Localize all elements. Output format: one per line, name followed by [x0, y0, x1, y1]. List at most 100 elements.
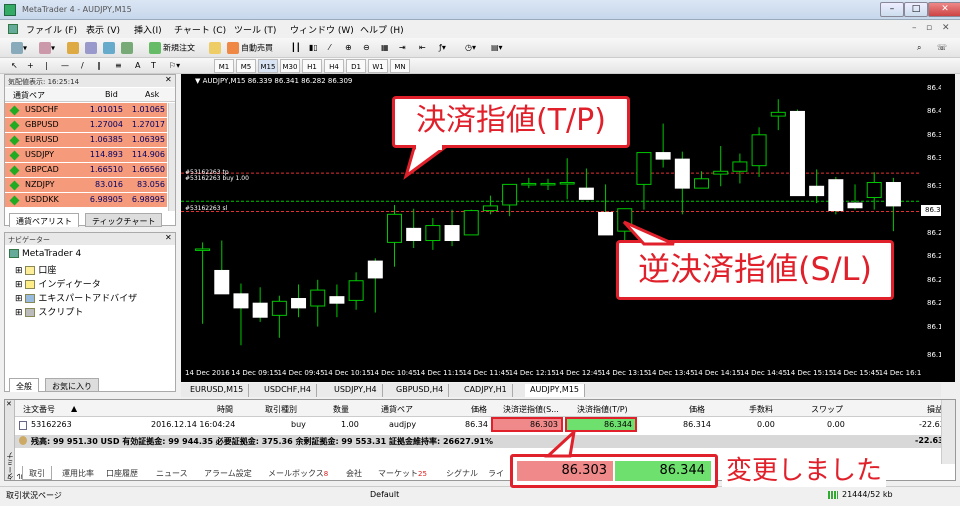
text-tool-button[interactable]: A [134, 59, 141, 73]
tab-symbols[interactable]: 通貨ペアリスト [9, 213, 79, 227]
market-watch-row[interactable]: EURUSD 1.06385 1.06395 [5, 133, 167, 148]
label-tool-button[interactable]: T [150, 59, 157, 73]
trendline-button[interactable]: / [80, 59, 85, 73]
menu-file[interactable]: ファイル (F) [26, 23, 77, 36]
nav-item-experts[interactable]: ⊞ エキスパートアドバイザ [15, 291, 137, 304]
market-watch-row[interactable]: NZDJPY 83.016 83.056 [5, 178, 167, 193]
terminal-tab[interactable]: ニュース [150, 466, 194, 480]
terminal-tab[interactable]: メールボックス8 [262, 466, 334, 480]
terminal-tab[interactable]: マーケット25 [372, 466, 433, 480]
col-size[interactable]: 数量 [333, 404, 349, 415]
new-order-button[interactable]: 新規注文 [148, 41, 196, 55]
menu-chart[interactable]: チャート (C) [174, 23, 226, 36]
crosshair-tool-button[interactable]: + [26, 59, 35, 73]
chart-tab[interactable]: USDCHF,H4 [259, 384, 317, 397]
menu-insert[interactable]: 挿入(I) [134, 23, 162, 36]
market-watch-button[interactable] [66, 41, 80, 55]
market-watch-row[interactable]: USDJPY 114.893 114.906 [5, 148, 167, 163]
profiles-button[interactable]: ▾ [38, 41, 56, 55]
menu-window[interactable]: ウィンドウ (W) [290, 23, 354, 36]
chart-tab[interactable]: GBPUSD,H4 [391, 384, 450, 397]
chart-tab[interactable]: USDJPY,H4 [329, 384, 383, 397]
auto-scroll-button[interactable]: ⇥ [398, 41, 407, 55]
market-watch-row[interactable]: USDCHF 1.01015 1.01065 [5, 103, 167, 118]
menu-help[interactable]: ヘルプ (H) [360, 23, 404, 36]
fibonacci-button[interactable]: ≡ [114, 59, 123, 73]
candle-chart-button[interactable]: ▮▯ [308, 41, 319, 55]
tf-m5-button[interactable]: M5 [236, 59, 256, 73]
col-open-price[interactable]: 価格 [471, 404, 487, 415]
col-symbol[interactable]: 通貨ペア [381, 404, 413, 415]
col-type[interactable]: 取引種別 [265, 404, 297, 415]
mdi-close-button[interactable]: ✕ [942, 23, 950, 33]
menu-view[interactable]: 表示 (V) [86, 23, 120, 36]
line-chart-button[interactable]: ⁄ [328, 41, 331, 55]
terminal-tab[interactable]: 取引 [22, 466, 52, 480]
terminal-tab[interactable]: 口座履歴 [100, 466, 144, 480]
chart-tab[interactable]: EURUSD,M15 [185, 384, 250, 397]
tf-m15-button[interactable]: M15 [258, 59, 278, 73]
menu-tools[interactable]: ツール (T) [234, 23, 276, 36]
tf-d1-button[interactable]: D1 [346, 59, 366, 73]
chat-icon[interactable]: ☏ [936, 41, 948, 55]
terminal-button[interactable] [120, 41, 134, 55]
navigator-close-icon[interactable]: ✕ [165, 233, 172, 242]
tf-m1-button[interactable]: M1 [214, 59, 234, 73]
maximize-button[interactable]: □ [904, 2, 928, 17]
data-window-button[interactable] [84, 41, 98, 55]
panel-close-icon[interactable]: ✕ [165, 75, 172, 84]
zoom-out-button[interactable]: ⊖ [362, 41, 371, 55]
nav-item-indicators[interactable]: ⊞ インディケータ [15, 277, 101, 290]
col-order-id[interactable]: 注文番号 [23, 404, 55, 415]
terminal-tab[interactable]: 運用比率 [56, 466, 100, 480]
market-watch-row[interactable]: USDDKK 6.98905 6.98995 [5, 193, 167, 208]
arrows-button[interactable]: ⚐▾ [168, 59, 181, 73]
tab-favorites[interactable]: お気に入り [45, 378, 99, 392]
mdi-minimize-button[interactable]: – [912, 23, 917, 33]
nav-item-metatrader[interactable]: MetaTrader 4 [9, 249, 81, 259]
vertical-line-button[interactable]: | [44, 59, 49, 73]
auto-trading-button[interactable]: 自動売買 [226, 41, 274, 55]
new-chart-button[interactable]: ▾ [10, 41, 28, 55]
chart-tab[interactable]: AUDJPY,M15 [525, 384, 586, 397]
col-sl[interactable]: 決済逆指値(S... [503, 404, 559, 415]
terminal-tab[interactable]: シグナル [440, 466, 484, 480]
periods-button[interactable]: ◷▾ [464, 41, 477, 55]
terminal-close-icon[interactable]: ✕ [6, 400, 12, 408]
mdi-restore-button[interactable]: ▫ [926, 23, 932, 33]
col-swap[interactable]: スワップ [811, 404, 843, 415]
tf-mn-button[interactable]: MN [390, 59, 410, 73]
col-cur-price[interactable]: 価格 [689, 404, 705, 415]
tab-tick-chart[interactable]: ティックチャート [85, 213, 163, 227]
indicators-button[interactable]: ƒ▾ [438, 41, 447, 55]
nav-item-accounts[interactable]: ⊞ 口座 [15, 263, 56, 276]
navigator-button[interactable] [102, 41, 116, 55]
col-tp[interactable]: 決済指値(T/P) [577, 404, 628, 415]
col-time[interactable]: 時間 [217, 404, 233, 415]
chart-tab[interactable]: CADJPY,H1 [459, 384, 513, 397]
terminal-tab[interactable]: ライ [482, 466, 510, 480]
col-commission[interactable]: 手数料 [749, 404, 773, 415]
chart-window-icon[interactable] [8, 24, 18, 34]
tf-h4-button[interactable]: H4 [324, 59, 344, 73]
chart-shift-button[interactable]: ⇤ [418, 41, 427, 55]
tf-w1-button[interactable]: W1 [368, 59, 388, 73]
market-watch-row[interactable]: GBPCAD 1.66510 1.66560 [5, 163, 167, 178]
market-watch-scrollbar[interactable] [168, 103, 175, 211]
horizontal-line-button[interactable]: — [60, 59, 70, 73]
bar-chart-button[interactable]: ┃┃ [290, 41, 302, 55]
templates-button[interactable]: ▤▾ [490, 41, 504, 55]
metaeditor-button[interactable] [208, 41, 222, 55]
terminal-tab[interactable]: 会社 [340, 466, 368, 480]
minimize-button[interactable]: – [880, 2, 904, 17]
order-row[interactable]: 53162263 2016.12.14 16:04:24 buy 1.00 au… [15, 417, 955, 433]
market-watch-row[interactable]: GBPUSD 1.27004 1.27017 [5, 118, 167, 133]
search-icon[interactable]: ⌕ [916, 41, 922, 55]
tab-general[interactable]: 全般 [9, 378, 39, 392]
tf-m30-button[interactable]: M30 [280, 59, 300, 73]
tile-windows-button[interactable]: ▦ [380, 41, 390, 55]
terminal-tab[interactable]: アラーム設定 [198, 466, 258, 480]
terminal-scrollbar[interactable] [941, 400, 955, 464]
close-button[interactable]: ✕ [928, 2, 960, 17]
zoom-in-button[interactable]: ⊕ [344, 41, 353, 55]
